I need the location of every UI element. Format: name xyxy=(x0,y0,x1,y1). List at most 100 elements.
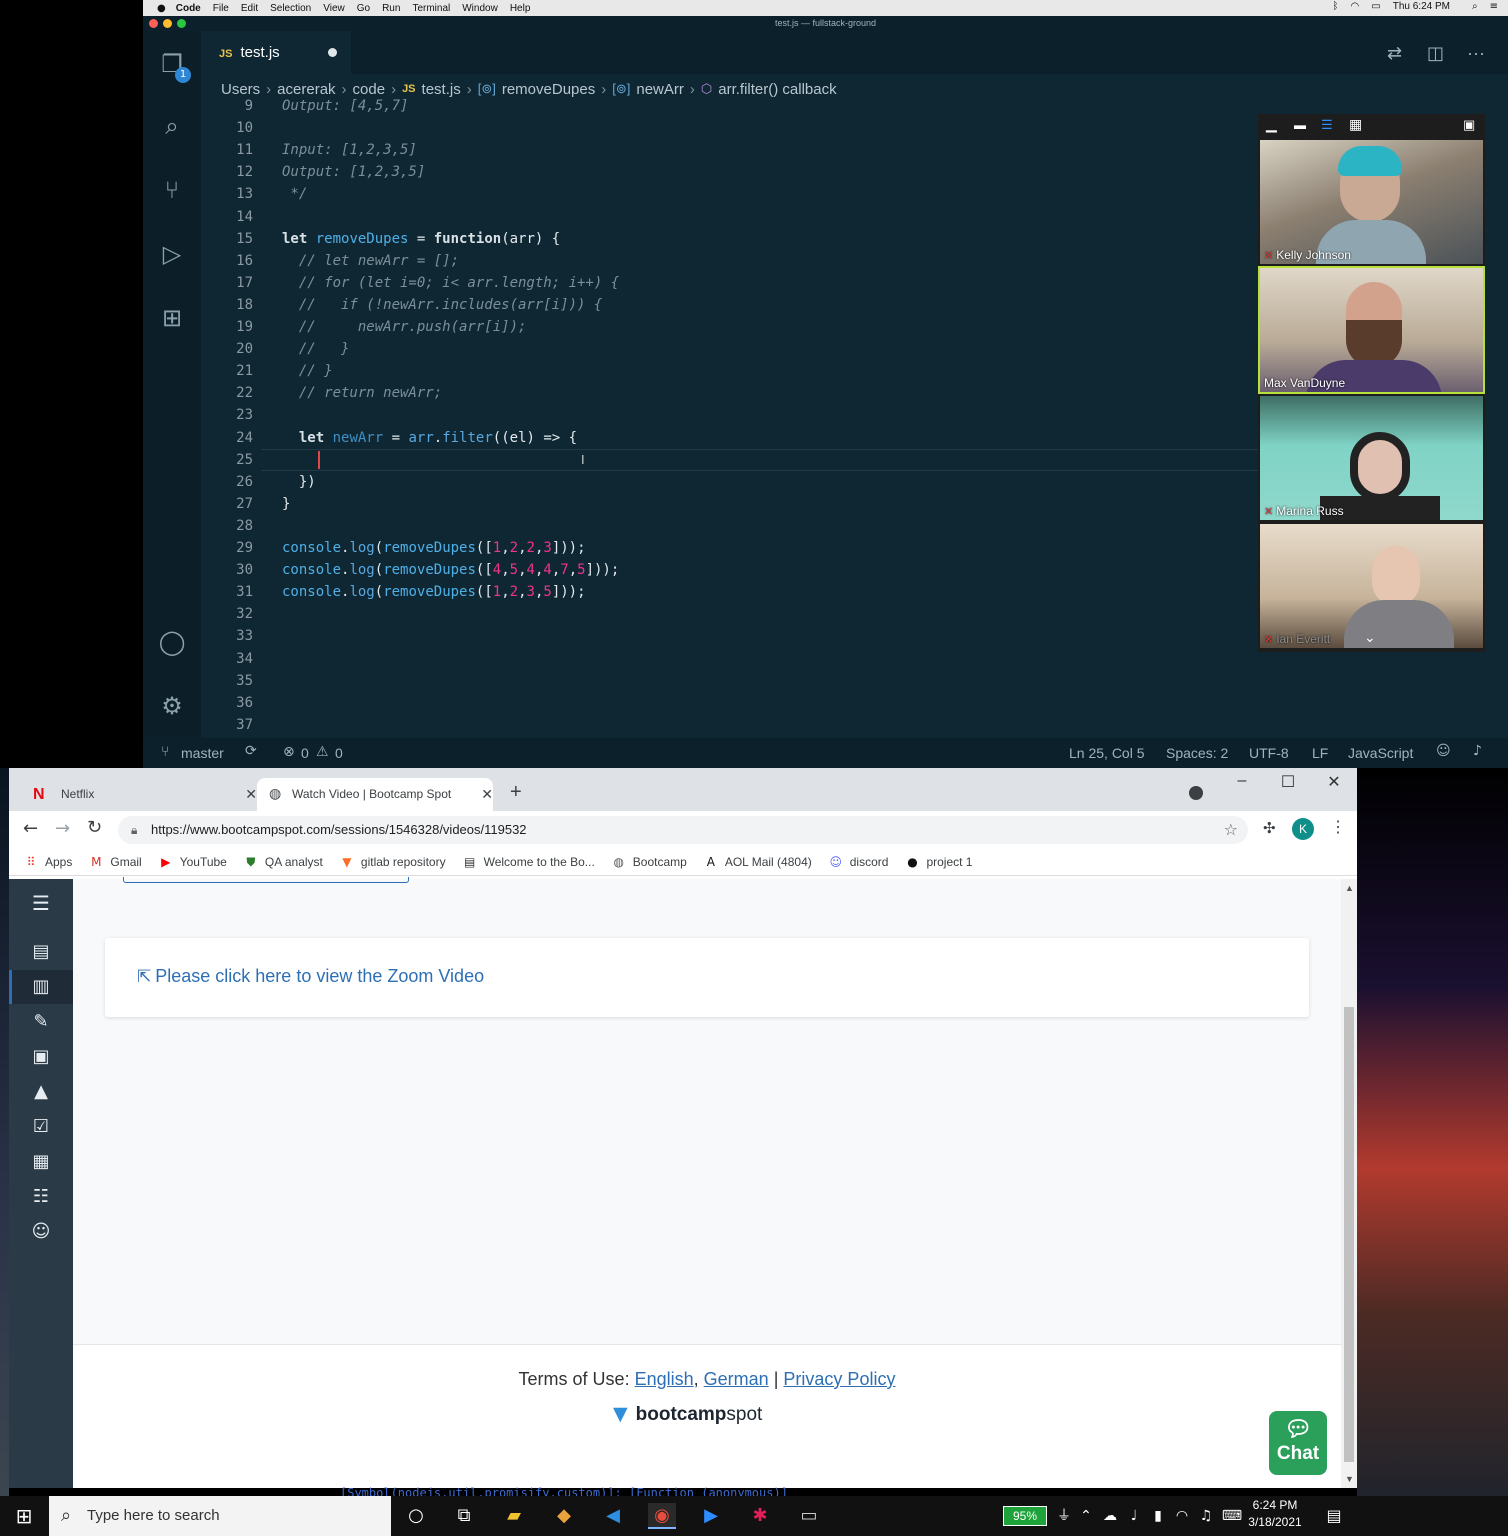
code-line[interactable]: // } xyxy=(282,363,333,379)
exit-minimized-icon[interactable]: ▣ xyxy=(1463,117,1475,133)
feedback-icon[interactable]: ☺ xyxy=(1436,743,1451,759)
code-line[interactable]: Output: [4,5,7] xyxy=(282,98,408,114)
slack-taskbar-icon[interactable]: ✱ xyxy=(746,1503,774,1529)
bookmark-qa-analyst[interactable]: ⛊ QA analyst xyxy=(243,854,323,870)
split-editor-icon[interactable]: ◫ xyxy=(1427,43,1444,64)
breadcrumb-code[interactable]: code xyxy=(353,81,386,98)
compare-changes-icon[interactable]: ⇄ xyxy=(1387,43,1402,64)
address-bar[interactable]: 🔒︎ https://www.bootcampspot.com/sessions… xyxy=(118,816,1248,844)
chrome-menu-icon[interactable]: ⋮ xyxy=(1330,817,1346,837)
bookmark-gitlab-repository[interactable]: ▼ gitlab repository xyxy=(339,854,445,870)
breadcrumb-removedupes[interactable]: removeDupes xyxy=(502,81,595,98)
extensions-puzzle-icon[interactable]: ✣ xyxy=(1263,819,1276,837)
code-line[interactable]: // } xyxy=(282,341,350,357)
branch-name[interactable]: master xyxy=(181,745,224,761)
source-control-icon[interactable]: ⑂ xyxy=(155,173,189,207)
action-center-icon[interactable]: ▤ xyxy=(1320,1503,1348,1529)
sidebar-item-edit-icon[interactable]: ✎ xyxy=(27,1008,55,1036)
bookmark-bootcamp[interactable]: ◍ Bootcamp xyxy=(611,854,687,870)
hamburger-menu-icon[interactable]: ☰ xyxy=(27,889,55,917)
git-app-icon[interactable]: ◆ xyxy=(550,1503,578,1529)
chevron-down-icon[interactable]: ⌄ xyxy=(1364,630,1376,646)
code-line[interactable]: // if (!newArr.includes(arr[i])) { xyxy=(282,297,602,313)
error-count[interactable]: 0 xyxy=(301,745,309,761)
speaker-view-icon[interactable]: ☰ xyxy=(1321,117,1333,133)
menu-selection[interactable]: Selection xyxy=(270,3,311,14)
gallery-view-icon[interactable]: ▦ xyxy=(1349,116,1362,133)
close-window-button[interactable] xyxy=(149,19,158,28)
privacy-policy-link[interactable]: Privacy Policy xyxy=(783,1369,895,1389)
language-mode[interactable]: JavaScript xyxy=(1348,745,1413,761)
sidebar-item-list-icon[interactable]: ▤ xyxy=(27,938,55,966)
sidebar-item-sessions-icon[interactable]: ▥ xyxy=(27,973,55,1001)
sidebar-item-calendar-icon[interactable]: ☑ xyxy=(27,1113,55,1141)
sync-icon[interactable]: ⟳ xyxy=(245,743,257,759)
notifications-bell-icon[interactable]: ♪ xyxy=(1473,743,1482,759)
minimize-window-button[interactable] xyxy=(163,19,172,28)
encoding[interactable]: UTF-8 xyxy=(1249,745,1289,761)
code-line[interactable]: Input: [1,2,3,5] xyxy=(282,142,417,158)
volume-icon[interactable]: ♫ xyxy=(1192,1503,1220,1529)
settings-gear-icon[interactable]: ⚙ xyxy=(155,689,189,723)
warning-count[interactable]: 0 xyxy=(335,745,343,761)
scrollbar-up-arrow-icon[interactable]: ▲ xyxy=(1345,883,1354,893)
indentation[interactable]: Spaces: 2 xyxy=(1166,745,1228,761)
more-actions-icon[interactable]: ··· xyxy=(1467,43,1485,64)
code-line[interactable]: Output: [1,2,3,5] xyxy=(282,164,425,180)
wifi-icon[interactable]: ◠ xyxy=(1351,1,1360,12)
explorer-icon[interactable]: ❐ 1 xyxy=(155,47,191,83)
tab-watch-video[interactable]: ◍ Watch Video | Bootcamp Spot ✕ xyxy=(257,778,493,811)
run-debug-icon[interactable]: ▷ xyxy=(155,237,189,271)
participant-tile[interactable]: ✕ Kelly Johnson xyxy=(1260,140,1483,264)
zoom-video-link[interactable]: ⇱ Please click here to view the Zoom Vide… xyxy=(137,966,484,987)
terminal-taskbar-icon[interactable]: ▭ xyxy=(795,1503,823,1529)
code-line[interactable]: } xyxy=(282,496,290,512)
url-text[interactable]: https://www.bootcampspot.com/sessions/15… xyxy=(151,822,527,837)
code-line[interactable]: */ xyxy=(282,186,307,202)
menu-terminal[interactable]: Terminal xyxy=(412,3,450,14)
sidebar-item-user-icon[interactable]: ☺ xyxy=(27,1218,55,1246)
code-line[interactable]: // return newArr; xyxy=(282,385,442,401)
bookmark-apps[interactable]: ⠿ Apps xyxy=(23,854,73,870)
reload-icon[interactable]: ↻ xyxy=(87,817,102,838)
vscode-taskbar-icon[interactable]: ◀ xyxy=(599,1503,627,1529)
branch-icon[interactable]: ⑂ xyxy=(161,744,169,760)
bookmark-aol-mail-4804[interactable]: A AOL Mail (4804) xyxy=(703,854,812,870)
cursor-position[interactable]: Ln 25, Col 5 xyxy=(1069,745,1145,761)
taskbar-search-box[interactable]: ⌕ Type here to search xyxy=(49,1496,391,1536)
menu-view[interactable]: View xyxy=(323,3,345,14)
code-line[interactable]: }) xyxy=(282,474,316,490)
participant-tile-active-speaker[interactable]: Max VanDuyne xyxy=(1258,266,1485,394)
menu-run[interactable]: Run xyxy=(382,3,400,14)
close-tab-icon[interactable]: ✕ xyxy=(245,778,257,811)
breadcrumb-newarr[interactable]: newArr xyxy=(636,81,684,98)
menubar-clock[interactable]: Thu 6:24 PM xyxy=(1393,1,1450,12)
close-window-button[interactable]: ✕ xyxy=(1314,772,1354,792)
code-editor[interactable]: Output: [4,5,7] Input: [1,2,3,5] Output: [… xyxy=(282,96,1262,746)
menu-edit[interactable]: Edit xyxy=(241,3,258,14)
back-arrow-icon[interactable]: ← xyxy=(23,818,38,839)
breadcrumb-acererak[interactable]: acererak xyxy=(277,81,335,98)
bookmark-youtube[interactable]: ▶ YouTube xyxy=(158,854,227,870)
bluetooth-icon[interactable]: ᛒ xyxy=(1333,1,1339,12)
minimize-button[interactable]: – xyxy=(1222,772,1262,790)
bookmark-welcome-to-the-bo[interactable]: ▤ Welcome to the Bo... xyxy=(462,854,595,870)
hide-thumbnails-icon[interactable]: ▬ xyxy=(1294,118,1306,132)
code-line[interactable]: // newArr.push(arr[i]); xyxy=(282,319,527,335)
bookmark-discord[interactable]: ☺ discord xyxy=(828,854,888,870)
code-line[interactable]: console.log(removeDupes([1,2,3,5])); xyxy=(282,584,586,600)
warning-icon[interactable]: ⚠ xyxy=(316,744,329,760)
code-line[interactable]: let removeDupes = function(arr) { xyxy=(282,231,560,247)
sidebar-item-graduation-cap-icon[interactable]: ▲ xyxy=(27,1078,55,1106)
forward-arrow-icon[interactable]: → xyxy=(55,818,70,839)
bootcampspot-logo[interactable]: ▼ bootcampspot xyxy=(613,1403,762,1426)
menu-go[interactable]: Go xyxy=(357,3,370,14)
maximize-button[interactable]: ☐ xyxy=(1268,772,1308,792)
menu-app-name[interactable]: Code xyxy=(176,3,201,14)
cortana-icon[interactable]: ○ xyxy=(402,1503,430,1529)
code-line[interactable]: // let newArr = []; xyxy=(282,253,459,269)
chrome-taskbar-icon[interactable]: ◉ xyxy=(648,1503,676,1529)
bookmark-star-icon[interactable]: ☆ xyxy=(1224,816,1238,844)
menu-file[interactable]: File xyxy=(213,3,229,14)
close-tab-icon[interactable]: ✕ xyxy=(481,778,493,811)
